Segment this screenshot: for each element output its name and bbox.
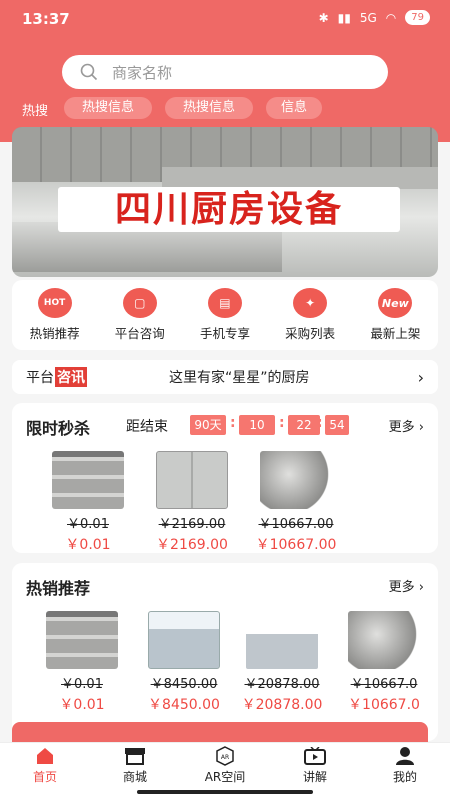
signal-icon: ▮▮ (337, 10, 351, 25)
hot-badge-icon: HOT (37, 288, 72, 318)
product-image (260, 451, 332, 509)
tab-label: 首页 (32, 770, 57, 784)
section-title: 限时秒杀 (26, 419, 91, 438)
sale-price: ￥10667.0 (348, 697, 420, 713)
product-image (246, 611, 318, 669)
tab-label: AR空间 (204, 770, 246, 784)
news-headline: 这里有家“星星”的厨房 (169, 370, 310, 386)
bluetooth-icon: ✱ (318, 10, 329, 25)
countdown-label: 距结束 (126, 419, 168, 435)
countdown-separator: : (230, 415, 236, 431)
next-section-header (12, 722, 428, 744)
more-label: 更多 (388, 580, 415, 595)
original-price: ￥20878.00 (244, 677, 320, 692)
product-image (156, 451, 228, 509)
shopping-run-icon: ✦ (293, 288, 328, 318)
product-image (348, 611, 420, 669)
menu-item-new-arrivals[interactable]: New 最新上架 (355, 288, 435, 350)
flash-sale-section: 限时秒杀 距结束 90天 : 10 : 22 : 54 更多 › ￥0.01 ￥… (12, 403, 438, 553)
product-card[interactable]: ￥10667.00 ￥10667.00 (246, 451, 346, 554)
ar-icon: AR (214, 746, 236, 766)
original-price: ￥2169.00 (158, 517, 226, 532)
original-price: ￥0.01 (61, 677, 103, 692)
phone-icon: ▤ (207, 288, 242, 318)
countdown-days: 90天 (190, 415, 226, 435)
product-image (52, 451, 124, 509)
quick-menu: HOT 热销推荐 ▢ 平台咨询 ▤ 手机专享 ✦ 采购列表 New 最新上架 (12, 280, 438, 350)
section-title: 热销推荐 (26, 579, 91, 598)
news-highlight: 咨讯 (55, 367, 87, 387)
original-price: ￥8450.00 (150, 677, 218, 692)
search-input[interactable]: 商家名称 (62, 55, 388, 89)
product-card[interactable]: ￥0.01 ￥0.01 (38, 451, 138, 554)
status-icons: ✱ ▮▮ 5G ◠ 79 (319, 10, 430, 25)
svg-text:AR: AR (221, 754, 229, 761)
menu-item-mobile-exclusive[interactable]: ▤ 手机专享 (185, 288, 265, 350)
countdown-separator: : (279, 415, 285, 431)
status-time: 13:37 (22, 10, 70, 28)
sale-price: ￥8450.00 (148, 697, 220, 713)
product-card[interactable]: ￥2169.00 ￥2169.00 (142, 451, 242, 554)
network-label: 5G (359, 10, 377, 25)
product-card[interactable]: ￥8450.00 ￥8450.00 (134, 611, 234, 714)
product-card[interactable]: ￥10667.0 ￥10667.0 (338, 611, 430, 714)
sale-price: ￥20878.00 (241, 697, 323, 713)
menu-item-platform-consult[interactable]: ▢ 平台咨询 (100, 288, 180, 350)
countdown-seconds: 54 (325, 415, 349, 435)
countdown-separator: : (317, 415, 323, 431)
countdown-minutes: 22 (288, 415, 320, 435)
product-image (148, 611, 220, 669)
original-price: ￥10667.00 (258, 517, 334, 532)
product-card[interactable]: ￥20878.00 ￥20878.00 (232, 611, 332, 714)
news-ticker[interactable]: 平台 咨讯 这里有家“星星”的厨房 › (12, 360, 438, 394)
hot-search-label: 热搜 (22, 104, 49, 119)
user-icon (394, 746, 416, 766)
home-indicator (137, 790, 313, 794)
wifi-icon: ◠ (385, 10, 397, 25)
consult-icon: ▢ (122, 288, 157, 318)
sale-price: ￥0.01 (59, 697, 105, 713)
video-icon (304, 746, 326, 766)
news-prefix: 平台 (26, 370, 54, 386)
more-link[interactable]: 更多 › (389, 416, 424, 435)
menu-item-purchase-list[interactable]: ✦ 采购列表 (270, 288, 350, 350)
menu-item-label: 热销推荐 (29, 326, 80, 341)
banner-title: 四川厨房设备 (114, 189, 343, 230)
original-price: ￥10667.0 (350, 677, 418, 692)
tab-home[interactable]: 首页 (10, 746, 80, 800)
tab-label: 我的 (392, 770, 417, 784)
product-image (46, 611, 118, 669)
battery-icon: 79 (405, 10, 430, 25)
chevron-right-icon: › (417, 367, 424, 387)
home-icon (34, 746, 56, 766)
more-label: 更多 (388, 420, 415, 435)
hot-search-chip[interactable]: 热搜信息 (165, 97, 253, 119)
new-badge-icon: New (378, 288, 413, 318)
menu-item-label: 平台咨询 (114, 326, 165, 341)
hot-sale-section: 热销推荐 更多 › ￥0.01 ￥0.01 ￥8450.00 ￥8450.00 … (12, 563, 438, 741)
search-icon (80, 63, 98, 81)
menu-item-label: 最新上架 (370, 326, 421, 341)
tab-label: 讲解 (302, 770, 327, 784)
shop-icon (124, 746, 146, 766)
sale-price: ￥2169.00 (156, 537, 228, 553)
more-link[interactable]: 更多 › (389, 576, 424, 595)
tab-label: 商城 (122, 770, 147, 784)
tab-mine[interactable]: 我的 (370, 746, 440, 800)
banner-image-hood (162, 167, 438, 189)
original-price: ￥0.01 (67, 517, 109, 532)
menu-item-hot-recommend[interactable]: HOT 热销推荐 (15, 288, 95, 350)
menu-item-label: 手机专享 (199, 326, 250, 341)
countdown-hours: 10 (239, 415, 275, 435)
sale-price: ￥10667.00 (255, 537, 337, 553)
search-placeholder: 商家名称 (112, 63, 173, 82)
banner-carousel[interactable]: 四川厨房设备 (12, 127, 438, 277)
product-card[interactable]: ￥0.01 ￥0.01 (32, 611, 132, 714)
sale-price: ￥0.01 (65, 537, 111, 553)
menu-item-label: 采购列表 (285, 326, 336, 341)
hot-search-chip[interactable]: 热搜信息 (64, 97, 152, 119)
hot-search-chip[interactable]: 信息 (266, 97, 322, 119)
